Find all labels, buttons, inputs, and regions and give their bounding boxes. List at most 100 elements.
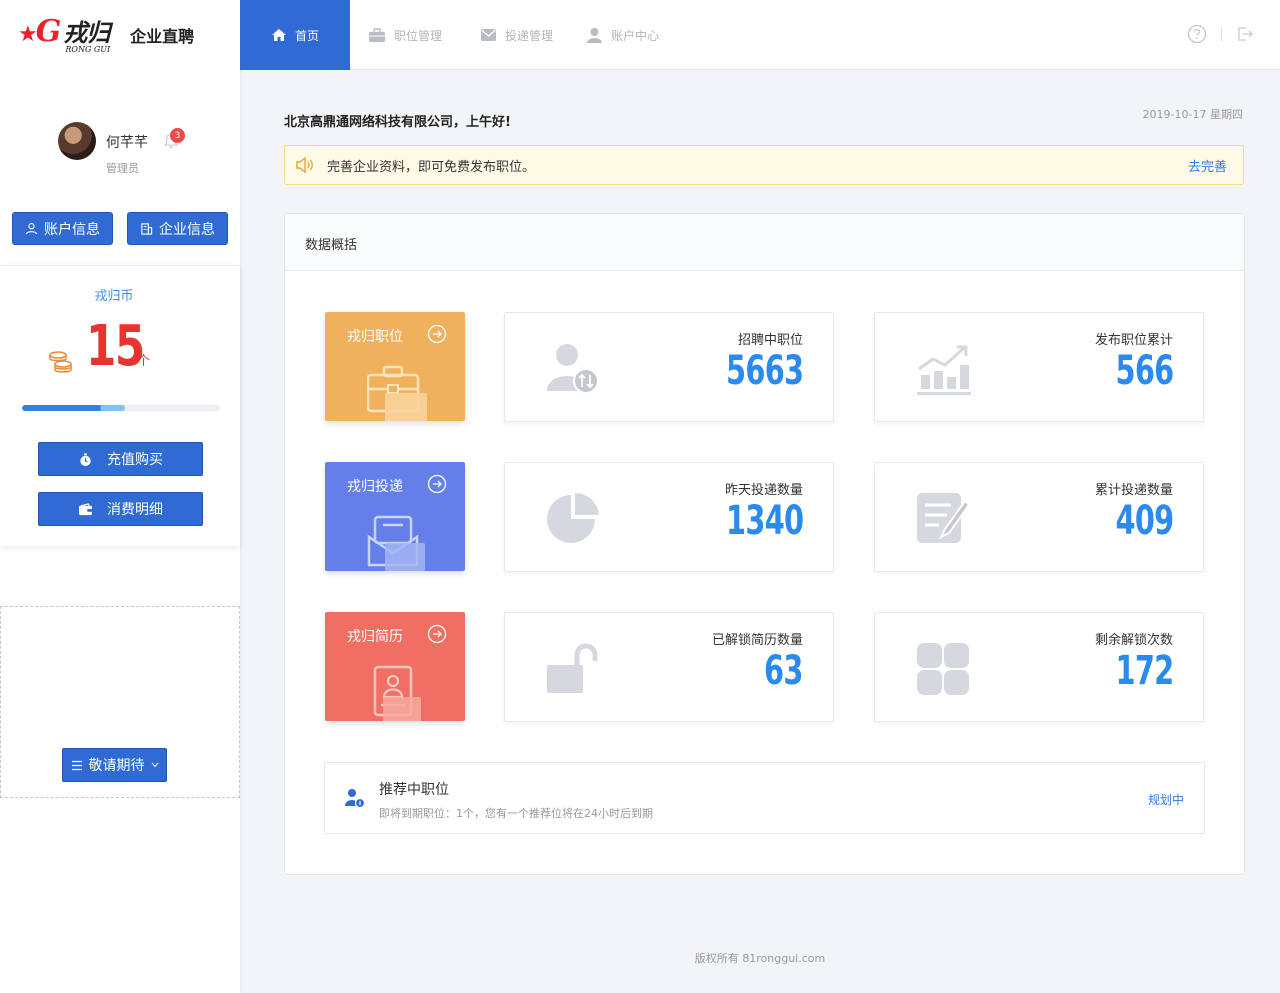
arrow-right-icon xyxy=(427,474,447,494)
coming-soon-button[interactable]: 敬请期待 xyxy=(62,748,167,782)
tab-account-center[interactable]: 账户中心 xyxy=(586,0,659,70)
resume-icon xyxy=(373,665,421,721)
stopwatch-icon xyxy=(80,452,91,466)
speaker-icon xyxy=(296,156,313,174)
coin-progress-fill xyxy=(22,405,125,411)
coming-soon-area: 敬请期待 xyxy=(0,606,240,798)
user-transfer-icon xyxy=(547,344,599,394)
grid-icon xyxy=(917,643,969,695)
stat-value-total-deliveries: 409 xyxy=(1115,498,1174,544)
arrow-right-icon xyxy=(427,624,447,644)
stat-card-unlocked-resumes: 已解锁简历数量 63 xyxy=(504,612,834,722)
top-navigation: 首页 职位管理 投递管理 账户中心 xyxy=(240,0,1280,70)
recommended-jobs-desc: 即将到期职位：1个，您有一个推荐位将在24小时后到期 xyxy=(379,807,653,820)
menu-icon xyxy=(71,760,82,770)
tab-delivery-management-label: 投递管理 xyxy=(505,28,554,43)
consumption-detail-label: 消费明细 xyxy=(107,502,163,518)
data-overview-panel: 数据概括 戎归职位 戎归投递 戎归简历 招聘中职位 5663 发布职位累计 56… xyxy=(284,213,1245,875)
tab-account-center-label: 账户中心 xyxy=(611,28,660,43)
help-icon[interactable] xyxy=(1187,24,1207,44)
user-profile: 何芊芊 管理员 3 xyxy=(58,122,185,176)
consumption-detail-button[interactable]: 消费明细 xyxy=(38,492,203,526)
stat-value-unlocked-resumes: 63 xyxy=(764,648,803,694)
recharge-label: 充值购买 xyxy=(107,452,163,468)
nav-divider xyxy=(1221,27,1222,41)
logo-area: ★ G 戎归 RONG GUI 企业直聘 xyxy=(0,0,240,70)
feature-tile-jobs[interactable]: 戎归职位 xyxy=(325,312,465,421)
tab-job-management-label: 职位管理 xyxy=(394,28,443,43)
coin-unit: 个 xyxy=(137,354,151,369)
edit-document-icon xyxy=(917,493,971,543)
user-badge-icon xyxy=(345,789,365,808)
envelope-icon xyxy=(367,515,425,571)
greeting-text: 北京高鼎通网络科技有限公司，上午好! xyxy=(284,115,511,130)
stat-label-total-deliveries: 累计投递数量 xyxy=(1094,483,1173,498)
account-info-label: 账户信息 xyxy=(44,221,100,238)
brand-subtitle: 企业直聘 xyxy=(130,27,195,46)
feature-tile-delivery-title: 戎归投递 xyxy=(347,479,403,495)
logout-icon[interactable] xyxy=(1236,25,1254,43)
arrow-right-icon xyxy=(427,324,447,344)
chevron-down-icon xyxy=(151,762,158,768)
wallet-icon xyxy=(79,502,92,515)
stat-card-recruiting-jobs: 招聘中职位 5663 xyxy=(504,312,834,422)
avatar[interactable] xyxy=(58,122,96,160)
coin-amount: 15 xyxy=(86,314,145,379)
stat-label-unlocked-resumes: 已解锁简历数量 xyxy=(711,633,803,648)
panel-title: 数据概括 xyxy=(285,214,1244,271)
notice-bar: 完善企业资料，即可免费发布职位。 去完善 xyxy=(284,145,1244,185)
sidebar: ★ G 戎归 RONG GUI 企业直聘 何芊芊 管理员 3 账户信息 企业信息 xyxy=(0,0,240,993)
stat-label-recruiting-jobs: 招聘中职位 xyxy=(737,333,803,348)
user-name: 何芊芊 xyxy=(106,135,148,151)
date-text: 2019-10-17 星期四 xyxy=(1142,108,1243,121)
stat-value-remaining-unlocks: 172 xyxy=(1115,648,1174,694)
footer-copyright: 版权所有 81ronggui.com xyxy=(694,952,826,965)
stat-label-published-jobs: 发布职位累计 xyxy=(1094,333,1173,348)
chart-trend-icon xyxy=(917,345,971,395)
stat-label-remaining-unlocks: 剩余解锁次数 xyxy=(1094,633,1173,648)
briefcase-icon xyxy=(367,365,427,421)
stat-card-published-jobs: 发布职位累计 566 xyxy=(874,312,1204,422)
briefcase-icon xyxy=(369,27,385,42)
recharge-button[interactable]: 充值购买 xyxy=(38,442,203,476)
unlock-icon xyxy=(547,643,598,693)
tab-job-management[interactable]: 职位管理 xyxy=(368,0,442,70)
user-icon xyxy=(25,223,38,235)
feature-tile-resume[interactable]: 戎归简历 xyxy=(325,612,465,721)
feature-tile-jobs-title: 戎归职位 xyxy=(347,329,403,345)
stat-label-yesterday-deliveries: 昨天投递数量 xyxy=(724,483,803,498)
stat-card-remaining-unlocks: 剩余解锁次数 172 xyxy=(874,612,1204,722)
stat-card-total-deliveries: 累计投递数量 409 xyxy=(874,462,1204,572)
account-info-button[interactable]: 账户信息 xyxy=(12,212,113,245)
building-icon xyxy=(141,223,153,235)
pie-chart-icon xyxy=(547,492,599,543)
brand-logo[interactable]: ★ G 戎归 RONG GUI xyxy=(18,13,111,54)
coins-icon xyxy=(49,351,72,373)
coin-card: 戎归币 15 个 充值购买 消费明细 xyxy=(0,265,240,546)
tab-home-label: 首页 xyxy=(294,28,319,43)
user-role: 管理员 xyxy=(106,162,139,175)
company-info-label: 企业信息 xyxy=(159,221,215,238)
logo-g-mark: G xyxy=(35,13,62,49)
tab-home[interactable]: 首页 xyxy=(240,0,350,70)
feature-tile-resume-title: 戎归简历 xyxy=(347,629,403,645)
stat-value-recruiting-jobs: 5663 xyxy=(725,348,804,394)
recommended-jobs-card: 推荐中职位 即将到期职位：1个，您有一个推荐位将在24小时后到期 规划中 xyxy=(324,762,1205,834)
planning-link[interactable]: 规划中 xyxy=(1148,791,1184,808)
user-icon xyxy=(587,28,602,43)
feature-tile-delivery[interactable]: 戎归投递 xyxy=(325,462,465,571)
stat-value-yesterday-deliveries: 1340 xyxy=(725,498,804,544)
home-icon xyxy=(271,29,286,41)
stat-value-published-jobs: 566 xyxy=(1115,348,1174,394)
company-info-button[interactable]: 企业信息 xyxy=(127,212,228,245)
recommended-jobs-title: 推荐中职位 xyxy=(379,782,449,798)
coming-soon-label: 敬请期待 xyxy=(88,758,145,774)
notification-badge: 3 xyxy=(170,128,185,143)
notice-text: 完善企业资料，即可免费发布职位。 xyxy=(327,159,536,175)
coin-title: 戎归币 xyxy=(94,289,134,304)
stat-card-yesterday-deliveries: 昨天投递数量 1340 xyxy=(504,462,834,572)
logo-en-text: RONG GUI xyxy=(65,44,111,54)
complete-profile-link[interactable]: 去完善 xyxy=(1188,156,1227,175)
tab-delivery-management[interactable]: 投递管理 xyxy=(480,0,553,70)
logo-cn-text: 戎归 xyxy=(63,18,110,47)
